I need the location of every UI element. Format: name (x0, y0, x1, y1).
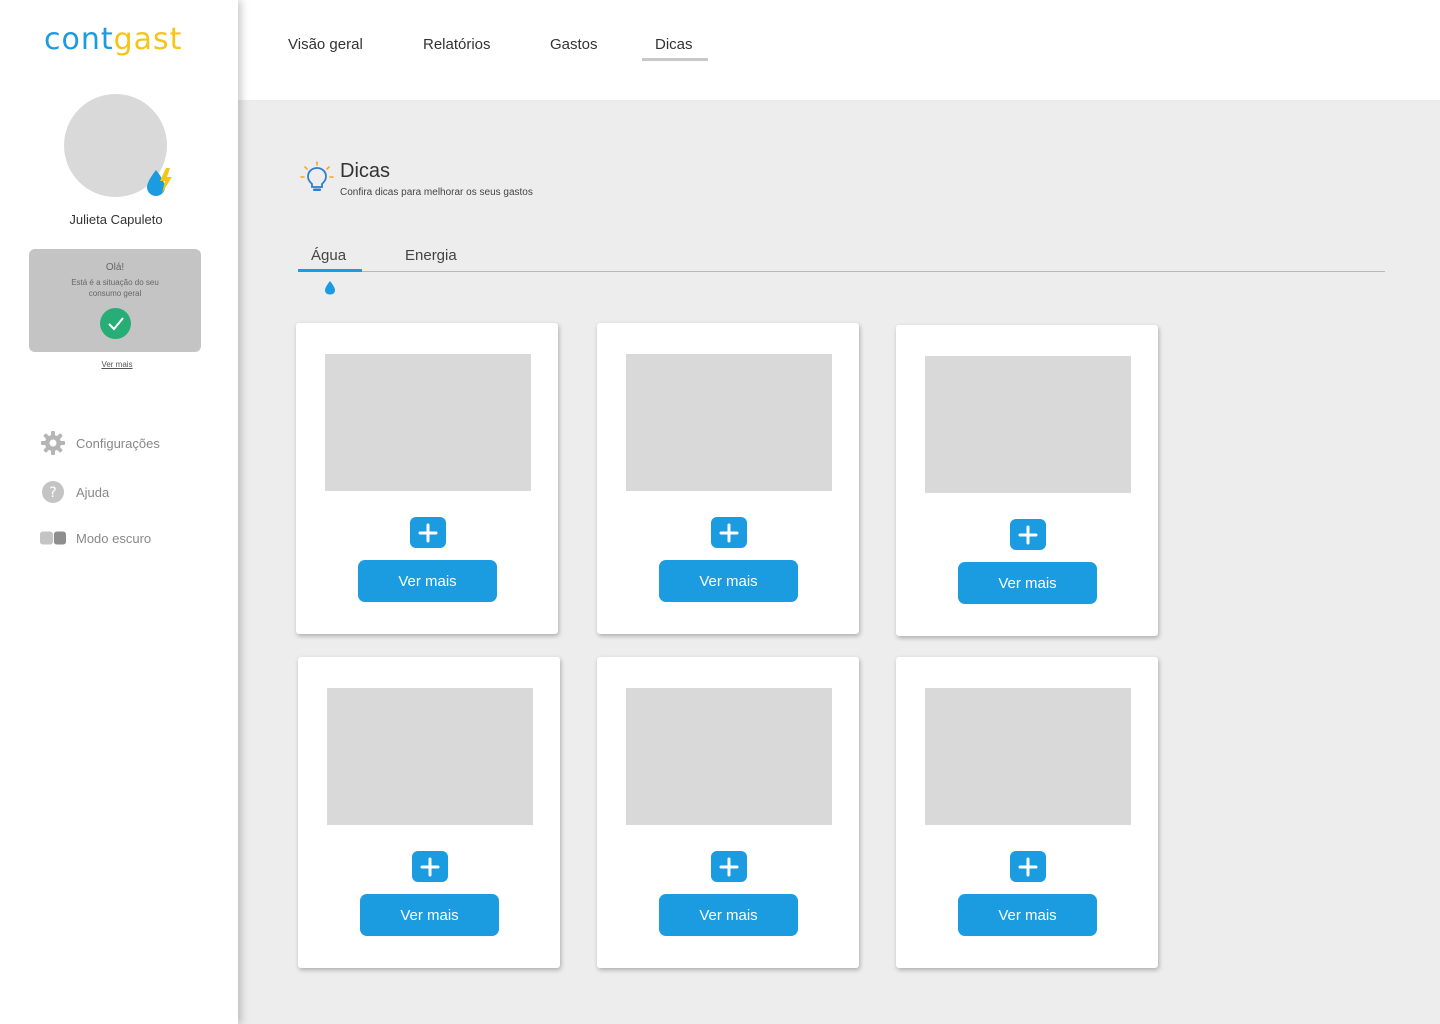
menu-item-modo-escuro[interactable]: Modo escuro (40, 525, 151, 551)
tip-card: Ver mais (298, 657, 560, 968)
page-title: Dicas (340, 160, 391, 182)
tip-card: Ver mais (597, 657, 859, 968)
tip-card: Ver mais (896, 657, 1158, 968)
status-ok-icon (100, 308, 131, 339)
tab-gastos[interactable]: Gastos (550, 36, 598, 53)
status-greeting: Olá! (105, 262, 125, 273)
tab-dicas[interactable]: Dicas (655, 36, 693, 53)
logo-text-gast: gast (113, 22, 183, 57)
svg-text:?: ? (49, 485, 56, 501)
water-drop-icon (325, 281, 335, 295)
active-subtab-indicator (298, 269, 362, 272)
tab-visao-geral[interactable]: Visão geral (288, 36, 363, 53)
ver-mais-button[interactable]: Ver mais (958, 894, 1097, 936)
add-tip-button[interactable] (1010, 519, 1046, 550)
sidebar: contgast Julieta Capuleto Olá! Está é a … (0, 0, 238, 1024)
tip-card: Ver mais (597, 323, 859, 634)
plus-icon (719, 523, 739, 543)
plus-icon (418, 523, 438, 543)
tip-image-placeholder (925, 688, 1131, 825)
tip-card: Ver mais (896, 325, 1158, 636)
app-logo[interactable]: contgast (44, 22, 182, 57)
user-name: Julieta Capuleto (69, 212, 163, 227)
menu-item-label: Modo escuro (76, 530, 152, 546)
tip-image-placeholder (327, 688, 533, 825)
status-ver-mais-link[interactable]: Ver mais (0, 360, 234, 369)
ver-mais-button[interactable]: Ver mais (958, 562, 1097, 604)
top-navigation: Visão geral Relatórios Gastos Dicas (238, 0, 1440, 100)
tip-card: Ver mais (296, 323, 558, 634)
add-tip-button[interactable] (410, 517, 446, 548)
page-subtitle: Confira dicas para melhorar os seus gast… (340, 187, 533, 198)
tip-image-placeholder (626, 688, 832, 825)
plus-icon (1018, 857, 1038, 877)
tip-image-placeholder (325, 354, 531, 491)
tip-image-placeholder (626, 354, 832, 491)
plus-icon (719, 857, 739, 877)
gear-icon (40, 430, 66, 456)
status-description: Está é a situação do seu consumo geral (71, 278, 159, 298)
plus-icon (1018, 525, 1038, 545)
tip-image-placeholder (925, 356, 1131, 493)
subtab-divider (298, 271, 1385, 272)
tab-relatorios[interactable]: Relatórios (423, 36, 491, 53)
menu-item-label: Configurações (76, 435, 160, 451)
water-energy-badge-icon (147, 168, 172, 196)
add-tip-button[interactable] (711, 851, 747, 882)
ver-mais-button[interactable]: Ver mais (360, 894, 499, 936)
help-icon: ? (40, 479, 66, 505)
active-tab-indicator (642, 58, 708, 61)
ver-mais-button[interactable]: Ver mais (358, 560, 497, 602)
ver-mais-button[interactable]: Ver mais (659, 560, 798, 602)
avatar-container (64, 94, 172, 198)
menu-item-configuracoes[interactable]: Configurações (40, 430, 160, 456)
plus-icon (420, 857, 440, 877)
add-tip-button[interactable] (1010, 851, 1046, 882)
toggle-icon (40, 525, 66, 551)
menu-item-ajuda[interactable]: ? Ajuda (40, 479, 109, 505)
add-tip-button[interactable] (412, 851, 448, 882)
ver-mais-button[interactable]: Ver mais (659, 894, 798, 936)
add-tip-button[interactable] (711, 517, 747, 548)
subtab-agua[interactable]: Água (311, 247, 346, 264)
lightbulb-icon (300, 161, 334, 191)
menu-item-label: Ajuda (76, 484, 110, 500)
logo-text-cont: cont (44, 22, 114, 57)
subtab-energia[interactable]: Energia (405, 247, 457, 264)
consumption-status-card: Olá! Está é a situação do seu consumo ge… (29, 249, 201, 352)
